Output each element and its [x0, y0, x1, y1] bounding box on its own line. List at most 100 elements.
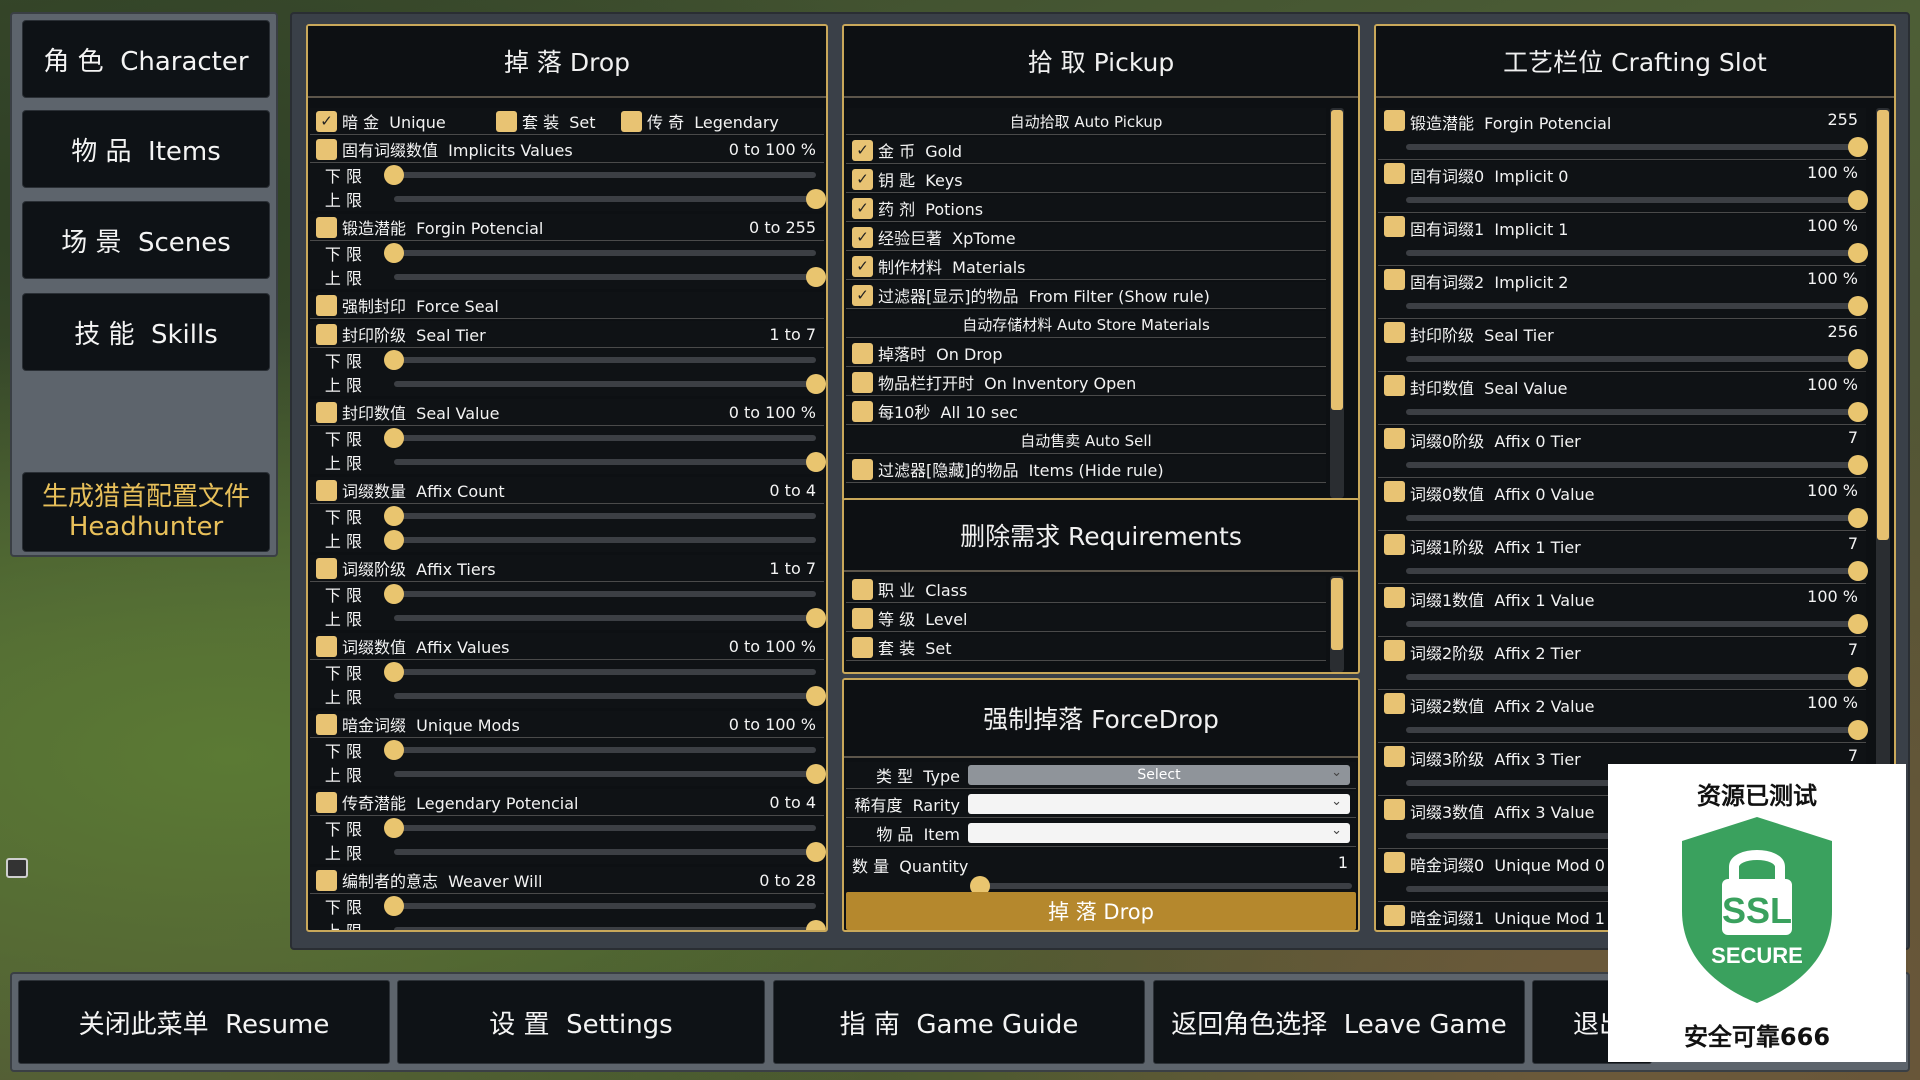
- slider-knob[interactable]: [1848, 455, 1868, 475]
- upper-slider[interactable]: [384, 530, 816, 550]
- crafting-slot-checkbox[interactable]: [1384, 905, 1405, 926]
- crafting-slot-checkbox[interactable]: [1384, 163, 1405, 184]
- quantity-slider[interactable]: [970, 876, 1352, 896]
- lower-slider[interactable]: [384, 350, 816, 370]
- slider-knob[interactable]: [806, 764, 826, 784]
- drop-filter-checkbox[interactable]: [316, 479, 337, 501]
- slider-knob[interactable]: [1848, 561, 1868, 581]
- slider-knob[interactable]: [384, 584, 404, 604]
- slider-knob[interactable]: [384, 506, 404, 526]
- slider-knob[interactable]: [806, 842, 826, 862]
- set-checkbox[interactable]: [496, 110, 517, 132]
- items-button[interactable]: 物 品 Items: [22, 110, 270, 188]
- crafting-slot-checkbox[interactable]: [1384, 852, 1405, 873]
- upper-slider[interactable]: [394, 764, 826, 784]
- scenes-button[interactable]: 场 景 Scenes: [22, 201, 270, 279]
- requirements-scrollbar[interactable]: [1330, 576, 1344, 672]
- resume-button[interactable]: 关闭此菜单 Resume: [18, 980, 390, 1064]
- crafting-slot-checkbox[interactable]: [1384, 110, 1405, 131]
- character-button[interactable]: 角 色 Character: [22, 20, 270, 98]
- game-guide-button[interactable]: 指 南 Game Guide: [773, 980, 1145, 1064]
- drop-filter-checkbox[interactable]: [316, 713, 337, 735]
- pickup-option-checkbox[interactable]: [852, 342, 873, 364]
- upper-slider[interactable]: [394, 189, 826, 209]
- lower-slider[interactable]: [384, 165, 816, 185]
- leave-game-button[interactable]: 返回角色选择 Leave Game: [1153, 980, 1525, 1064]
- pickup-option-checkbox[interactable]: ✓: [852, 284, 873, 306]
- drop-filter-checkbox[interactable]: [316, 557, 337, 579]
- crafting-slot-checkbox[interactable]: [1384, 428, 1405, 449]
- crafting-slot-slider[interactable]: [1406, 190, 1868, 210]
- crafting-slot-slider[interactable]: [1406, 296, 1868, 316]
- slider-knob[interactable]: [1848, 720, 1868, 740]
- crafting-slot-slider[interactable]: [1406, 720, 1868, 740]
- slider-knob[interactable]: [806, 452, 826, 472]
- slider-knob[interactable]: [1848, 243, 1868, 263]
- pickup-scrollbar[interactable]: [1330, 108, 1344, 498]
- slider-knob[interactable]: [806, 920, 826, 930]
- slider-knob[interactable]: [806, 374, 826, 394]
- lower-slider[interactable]: [384, 428, 816, 448]
- lower-slider[interactable]: [384, 740, 816, 760]
- crafting-slot-checkbox[interactable]: [1384, 693, 1405, 714]
- pickup-option-checkbox[interactable]: ✓: [852, 197, 873, 219]
- drop-filter-checkbox[interactable]: [316, 869, 337, 891]
- crafting-slot-checkbox[interactable]: [1384, 799, 1405, 820]
- forcedrop-item-select[interactable]: ⌄: [968, 823, 1350, 843]
- lower-slider[interactable]: [384, 506, 816, 526]
- slider-knob[interactable]: [1848, 508, 1868, 528]
- pickup-scroll-thumb[interactable]: [1331, 110, 1343, 410]
- chat-icon[interactable]: [6, 858, 28, 878]
- lower-slider[interactable]: [384, 584, 816, 604]
- slider-knob[interactable]: [806, 267, 826, 287]
- slider-knob[interactable]: [1848, 137, 1868, 157]
- crafting-slot-slider[interactable]: [1406, 508, 1868, 528]
- forcedrop-drop-button[interactable]: 掉 落 Drop: [846, 892, 1356, 930]
- upper-slider[interactable]: [394, 452, 826, 472]
- pickup-option-checkbox[interactable]: [852, 371, 873, 393]
- slider-knob[interactable]: [384, 350, 404, 370]
- crafting-slot-slider[interactable]: [1406, 614, 1868, 634]
- drop-filter-checkbox[interactable]: [316, 401, 337, 423]
- upper-slider[interactable]: [394, 686, 826, 706]
- crafting-slot-slider[interactable]: [1406, 455, 1868, 475]
- lower-slider[interactable]: [384, 896, 816, 916]
- upper-slider[interactable]: [394, 608, 826, 628]
- crafting-slot-checkbox[interactable]: [1384, 375, 1405, 396]
- slider-knob[interactable]: [806, 189, 826, 209]
- legendary-checkbox[interactable]: [621, 110, 642, 132]
- requirements-scroll-thumb[interactable]: [1331, 578, 1343, 650]
- slider-knob[interactable]: [384, 243, 404, 263]
- lower-slider[interactable]: [384, 662, 816, 682]
- crafting-slot-slider[interactable]: [1406, 667, 1868, 687]
- lower-slider[interactable]: [384, 818, 816, 838]
- drop-filter-checkbox[interactable]: [316, 791, 337, 813]
- requirement-checkbox[interactable]: [852, 636, 873, 658]
- settings-button[interactable]: 设 置 Settings: [397, 980, 765, 1064]
- slider-knob[interactable]: [384, 662, 404, 682]
- pickup-option-checkbox[interactable]: ✓: [852, 168, 873, 190]
- upper-slider[interactable]: [394, 842, 826, 862]
- slider-knob[interactable]: [384, 818, 404, 838]
- crafting-slot-checkbox[interactable]: [1384, 587, 1405, 608]
- slider-knob[interactable]: [384, 165, 404, 185]
- pickup-option-checkbox[interactable]: [852, 458, 873, 480]
- slider-knob[interactable]: [806, 686, 826, 706]
- slider-knob[interactable]: [1848, 614, 1868, 634]
- crafting-scroll-thumb[interactable]: [1877, 110, 1889, 540]
- slider-knob[interactable]: [384, 740, 404, 760]
- pickup-option-checkbox[interactable]: ✓: [852, 226, 873, 248]
- slider-knob[interactable]: [806, 608, 826, 628]
- requirement-checkbox[interactable]: [852, 578, 873, 600]
- slider-knob[interactable]: [384, 896, 404, 916]
- upper-slider[interactable]: [394, 920, 826, 930]
- slider-knob[interactable]: [1848, 667, 1868, 687]
- crafting-slot-checkbox[interactable]: [1384, 216, 1405, 237]
- pickup-option-checkbox[interactable]: [852, 400, 873, 422]
- slider-knob[interactable]: [1848, 402, 1868, 422]
- drop-filter-checkbox[interactable]: [316, 323, 337, 345]
- crafting-slot-slider[interactable]: [1406, 561, 1868, 581]
- upper-slider[interactable]: [394, 374, 826, 394]
- requirement-checkbox[interactable]: [852, 607, 873, 629]
- slider-knob[interactable]: [1848, 296, 1868, 316]
